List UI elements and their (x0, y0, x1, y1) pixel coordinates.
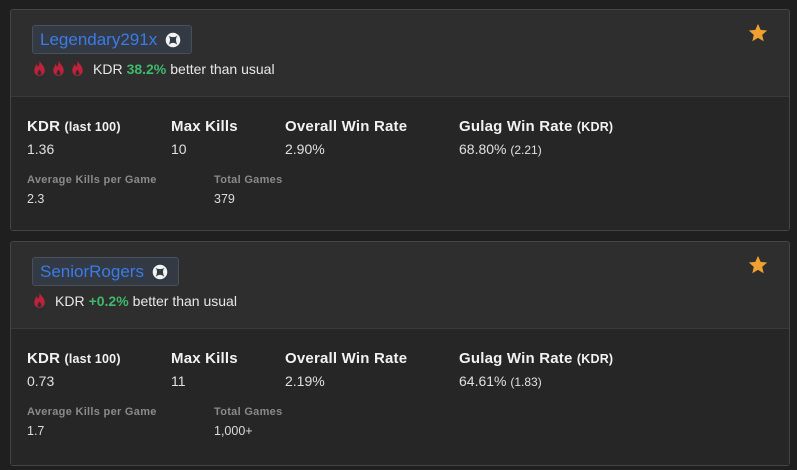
stat-avg-kills-label: Average Kills per Game (27, 406, 157, 418)
stat-avg-kills-value: 2.3 (27, 192, 45, 206)
stat-total-games-value: 1,000+ (214, 424, 253, 438)
stat-avg-kills-value: 1.7 (27, 424, 45, 438)
stat-kdr-value: 0.73 (27, 373, 55, 389)
xbox-icon (165, 32, 181, 47)
stat-max-kills-value: 11 (171, 373, 186, 389)
stat-total-games-value: 379 (214, 192, 235, 206)
star-icon[interactable] (747, 22, 769, 44)
stat-win-rate-label: Overall Win Rate (285, 118, 408, 135)
kdr-trend-suffix: better than usual (170, 60, 275, 77)
flame-icon (34, 292, 45, 308)
stat-max-kills-label: Max Kills (171, 118, 238, 135)
stat-kdr-value: 1.36 (27, 141, 55, 157)
stat-total-games-label: Total Games (214, 406, 283, 418)
stat-win-rate: Overall Win Rate 2.19% (285, 350, 407, 389)
stat-gulag-kdr: (2.21) (510, 143, 542, 157)
player-card-header: SeniorRogers KDR +0.2% better than usual (11, 242, 789, 328)
stat-avg-kills: Average Kills per Game 1.7 (27, 406, 157, 438)
player-card-header: Legendary291x KDR 38.2% better than usua… (11, 10, 789, 96)
kdr-trend-line: KDR +0.2% better than usual (30, 291, 237, 310)
stat-kdr: KDR (last 100) 1.36 (27, 118, 121, 157)
stat-kdr-label-sub: (last 100) (64, 120, 121, 134)
gamertag-chip[interactable]: SeniorRogers (32, 257, 179, 286)
gamertag-chip[interactable]: Legendary291x (32, 25, 193, 54)
stat-kdr-label: KDR (27, 350, 61, 367)
kdr-trend-prefix: KDR (55, 292, 85, 309)
kdr-trend-change: 38.2% (126, 60, 167, 77)
stat-kdr-label: KDR (27, 118, 61, 135)
stat-gulag-label-sub: (KDR) (576, 352, 614, 366)
stat-total-games: Total Games 1,000+ (214, 406, 283, 438)
star-icon[interactable] (747, 254, 769, 276)
stat-avg-kills: Average Kills per Game 2.3 (27, 174, 157, 206)
stat-max-kills-value: 10 (171, 141, 187, 157)
player-card: SeniorRogers KDR +0.2% better than usual… (10, 241, 790, 466)
stat-win-rate: Overall Win Rate 2.90% (285, 118, 407, 157)
flames-indicator (30, 59, 87, 78)
stats-panel: KDR (last 100) 0.73 Max Kills 11 Overall… (11, 328, 789, 465)
stat-gulag: Gulag Win Rate (KDR) 68.80% (2.21) (459, 118, 613, 157)
stat-gulag: Gulag Win Rate (KDR) 64.61% (1.83) (459, 350, 613, 389)
stat-gulag-kdr: (1.83) (510, 375, 542, 389)
kdr-trend-suffix: better than usual (132, 292, 237, 309)
stat-avg-kills-label: Average Kills per Game (27, 174, 157, 186)
stat-total-games: Total Games 379 (214, 174, 283, 206)
stat-gulag-label-sub: (KDR) (576, 120, 614, 134)
flame-icon (53, 60, 64, 76)
stat-gulag-value: 64.61% (459, 373, 507, 389)
kdr-trend-change: +0.2% (88, 292, 129, 309)
stat-gulag-label: Gulag Win Rate (459, 118, 573, 135)
stat-total-games-label: Total Games (214, 174, 283, 186)
stats-panel: KDR (last 100) 1.36 Max Kills 10 Overall… (11, 96, 789, 230)
stat-kdr-label-sub: (last 100) (64, 352, 121, 366)
gamertag-link[interactable]: Legendary291x (40, 30, 157, 50)
stat-kdr: KDR (last 100) 0.73 (27, 350, 121, 389)
flames-indicator (30, 291, 49, 310)
stat-gulag-label: Gulag Win Rate (459, 350, 573, 367)
xbox-icon (152, 264, 168, 279)
gamertag-link[interactable]: SeniorRogers (40, 262, 144, 282)
kdr-trend-prefix: KDR (93, 60, 123, 77)
kdr-trend-line: KDR 38.2% better than usual (30, 59, 275, 78)
stat-max-kills: Max Kills 11 (171, 350, 238, 389)
stat-gulag-value: 68.80% (459, 141, 507, 157)
stat-win-rate-value: 2.19% (285, 373, 325, 389)
stat-max-kills-label: Max Kills (171, 350, 238, 367)
player-card: Legendary291x KDR 38.2% better than usua… (10, 9, 790, 231)
flame-icon (72, 60, 83, 76)
stat-win-rate-label: Overall Win Rate (285, 350, 408, 367)
flame-icon (34, 60, 45, 76)
stat-max-kills: Max Kills 10 (171, 118, 238, 157)
stat-win-rate-value: 2.90% (285, 141, 325, 157)
